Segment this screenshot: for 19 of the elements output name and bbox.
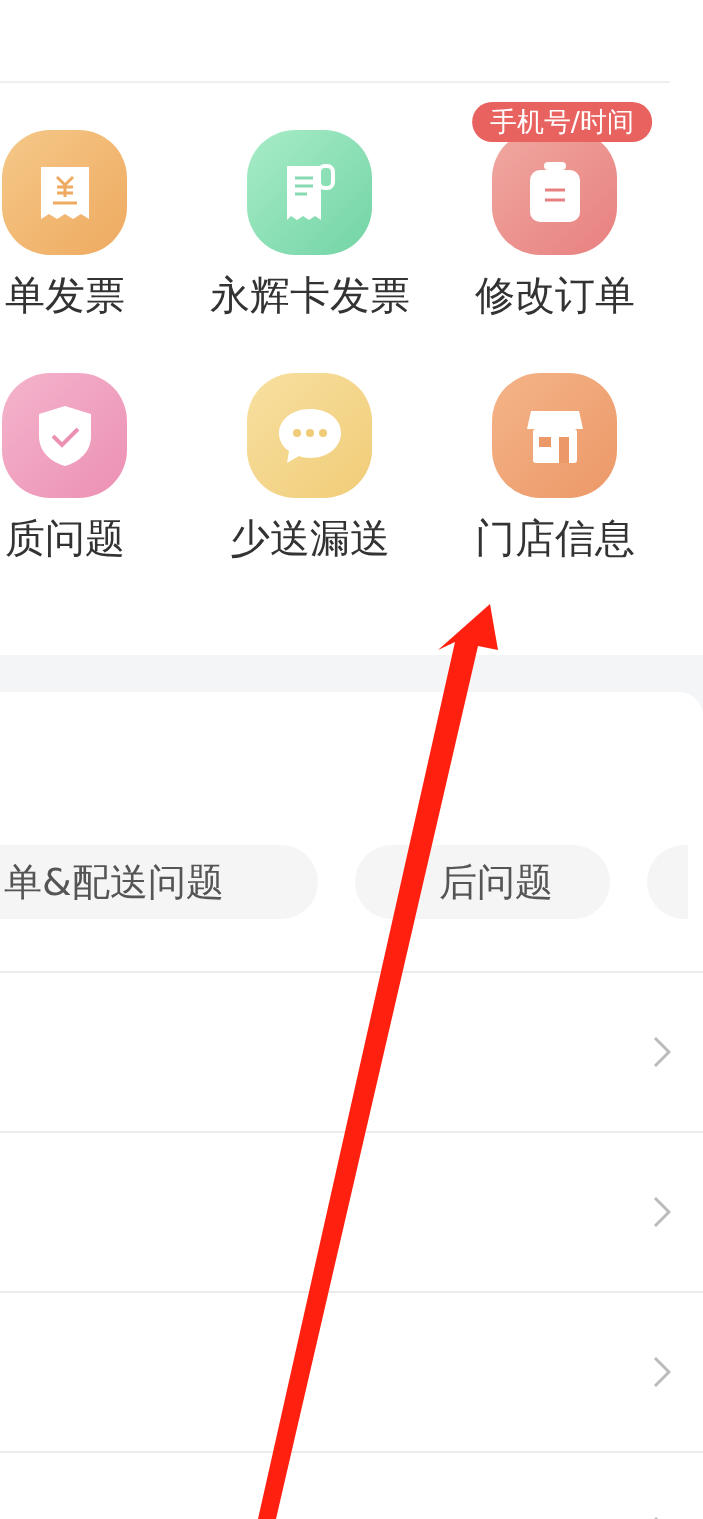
service-button[interactable] — [2, 130, 127, 255]
service-label[interactable]: 少送漏送 — [229, 516, 390, 560]
service-button[interactable] — [247, 373, 372, 498]
service-button[interactable] — [492, 373, 617, 498]
service-label[interactable]: 永辉卡发票 — [209, 273, 410, 317]
category-chip[interactable]: 后问题 — [355, 845, 610, 919]
service-label[interactable]: 质问题 — [4, 516, 125, 560]
service-label[interactable]: 修改订单 — [474, 273, 635, 317]
category-chip[interactable]: 单&配送问题 — [0, 845, 318, 919]
service-label[interactable]: 门店信息 — [474, 516, 635, 560]
chevron-right-icon — [653, 1196, 671, 1228]
hint-tooltip: 手机号/时间 — [471, 102, 652, 142]
chat-bubble-icon — [276, 406, 343, 465]
service-button[interactable] — [2, 373, 127, 498]
chevron-right-icon — [653, 1036, 671, 1068]
service-label[interactable]: 单发票 — [4, 273, 125, 317]
chevron-right-icon — [653, 1356, 671, 1388]
service-button[interactable] — [247, 130, 372, 255]
clipboard-icon — [527, 161, 582, 224]
